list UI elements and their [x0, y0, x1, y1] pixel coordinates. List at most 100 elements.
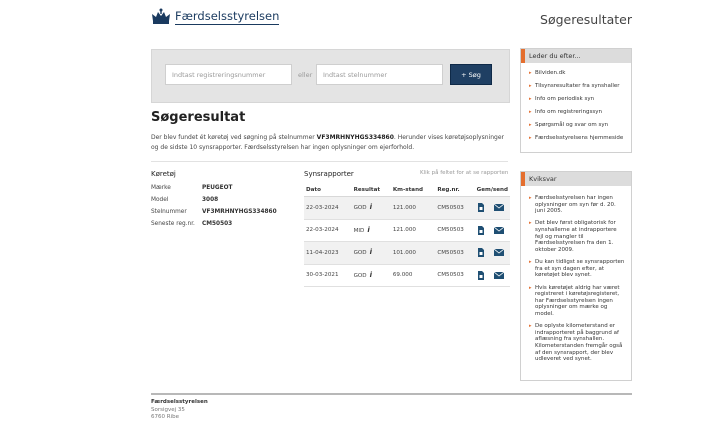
info-icon[interactable]: i [367, 226, 372, 234]
quick-answer-line: synshallerne at indrapportere [535, 227, 617, 234]
col-reg: Reg.nr. [435, 184, 475, 197]
quick-answer-line: fejl og mangler til [535, 233, 584, 240]
vehicle-value: CM50503 [202, 221, 233, 227]
search-button[interactable]: + Søg [450, 64, 492, 85]
lookfor-link[interactable]: Info om registreringssyn [529, 106, 627, 119]
vehicle-row-model: Model 3008 [151, 197, 301, 203]
quick-answer-line: fra et syn dagen efter, at [535, 265, 604, 272]
cell-date: 30-03-2021 [304, 264, 352, 287]
vehicle-value: 3008 [202, 197, 219, 203]
lookfor-panel: Leder du efter... Bilviden.dk Tilsynsres… [520, 48, 632, 153]
quick-answer-line: juni 2005. [535, 208, 563, 215]
vehicle-title: Køretøj [151, 170, 176, 178]
info-icon[interactable]: i [370, 249, 375, 256]
col-save-send: Gem/send [474, 184, 510, 197]
quick-answer-line: Kilometerstanden fremgår også [535, 343, 623, 350]
cell-km: 69.000 [390, 264, 436, 287]
footer-street: Sorsigvej 35 [151, 406, 185, 413]
send-mail-icon[interactable] [494, 226, 505, 234]
vehicle-label: Seneste reg.nr. [151, 221, 195, 227]
reports-title: Synsrapporter [304, 170, 354, 178]
quick-answer: Hvis køretøjet aldrig har været registre… [529, 285, 627, 318]
result-text: GOD [353, 205, 367, 212]
or-label: eller [298, 71, 313, 79]
reports-table: Dato Resultat Km-stand Reg.nr. Gem/send … [304, 184, 510, 287]
cell-reg: CM50503 [435, 219, 475, 242]
cell-result: GOD i [351, 264, 391, 287]
quick-answer-line: Det blev først obligatorisk for [535, 220, 616, 227]
quick-answer-line: De oplyste kilometerstand er [535, 323, 616, 330]
info-icon[interactable]: i [370, 271, 375, 279]
table-row[interactable]: 11-04-2023 GOD i 101.000 CM50503 [304, 241, 510, 265]
quick-answer-line: registreret i køretøjsregisteret, [535, 291, 620, 298]
result-text: MID [353, 227, 365, 234]
quick-answer-line: køretøjet blev synet. [535, 272, 592, 279]
cell-date: 11-04-2023 [304, 241, 352, 265]
vehicle-row-make: Mærke PEUGEOT [151, 185, 301, 191]
quick-answer-line: af den synsrapport, der blev [535, 349, 614, 356]
send-mail-icon[interactable] [494, 249, 505, 257]
cell-km: 121.000 [390, 219, 436, 242]
registration-number-input[interactable]: Indtast registreringsnummer [165, 64, 292, 85]
cell-actions [474, 196, 510, 220]
lookfor-link[interactable]: Spørgsmål og svar om syn [529, 119, 627, 132]
quick-answer-line: Hvis køretøjet aldrig har været [535, 284, 620, 291]
col-km: Km-stand [390, 184, 436, 197]
cell-actions [474, 219, 510, 242]
cell-reg: CM50503 [435, 241, 475, 265]
quick-answer: Det blev først obligatorisk for synshall… [529, 220, 627, 253]
intro-vin: VF3MRHNYHGS334860 [316, 134, 394, 141]
lookfor-link[interactable]: Bilviden.dk [529, 67, 627, 80]
save-document-icon[interactable] [477, 270, 485, 280]
lookfor-list: Bilviden.dk Tilsynsresultater fra synsha… [521, 63, 631, 145]
save-document-icon[interactable] [477, 225, 485, 235]
cell-km: 101.000 [390, 241, 436, 265]
logo[interactable]: Færdselsstyrelsen [151, 8, 280, 26]
table-header-row: Dato Resultat Km-stand Reg.nr. Gem/send [304, 184, 510, 197]
logo-text: Færdselsstyrelsen [175, 9, 280, 25]
lookfor-link[interactable]: Tilsynsresultater fra synshaller [529, 80, 627, 93]
quick-answer-line: oktober 2009. [535, 246, 574, 253]
save-document-icon[interactable] [477, 248, 485, 258]
quick-answers-title: Kviksvar [521, 172, 631, 186]
info-icon[interactable]: i [370, 204, 375, 211]
table-row[interactable]: 22-03-2024 GOD i 121.000 CM50503 [304, 196, 510, 220]
col-result: Resultat [351, 184, 391, 197]
quick-answer-line: Færdselsstyrelsen fra den 1. [535, 240, 614, 247]
save-document-icon[interactable] [477, 203, 485, 213]
quick-answers-list: Færdselsstyrelsen har ingen oplysninger … [521, 186, 631, 363]
send-mail-icon[interactable] [494, 271, 505, 279]
cell-date: 22-03-2024 [304, 196, 352, 220]
intro-prefix: Der blev fundet ét køretøj ved søgning p… [151, 134, 315, 141]
send-mail-icon[interactable] [494, 204, 505, 212]
col-date: Dato [304, 184, 352, 197]
quick-answer-line: udleveret ved synet. [535, 356, 592, 363]
vin-input[interactable]: Indtast stelnummer [316, 64, 443, 85]
quick-answer-line: oplysninger om mærke og [535, 304, 608, 311]
cell-km: 121.000 [390, 196, 436, 220]
vehicle-row-vin: Stelnummer VF3MRHNYHGS334860 [151, 209, 301, 215]
result-title: Søgeresultat [151, 110, 246, 125]
cell-date: 22-03-2024 [304, 219, 352, 242]
reports-hint: Klik på feltet for at se rapporten [420, 170, 509, 176]
lookfor-link[interactable]: Info om periodisk syn [529, 93, 627, 106]
quick-answer-line: model. [535, 310, 554, 317]
table-row[interactable]: 22-03-2024 MID i 121.000 CM50503 [304, 219, 510, 242]
quick-answer: Du kan tidligst se synsrapporten fra et … [529, 259, 627, 279]
footer-divider [151, 393, 632, 395]
cell-result: GOD i [351, 196, 391, 220]
search-panel: Indtast registreringsnummer eller Indtas… [151, 49, 510, 103]
lookfor-title: Leder du efter... [521, 49, 631, 63]
divider [151, 161, 508, 162]
table-row[interactable]: 30-03-2021 GOD i 69.000 CM50503 [304, 264, 510, 287]
quick-answer: Færdselsstyrelsen har ingen oplysninger … [529, 195, 627, 215]
cell-actions [474, 264, 510, 287]
lookfor-link[interactable]: Færdselsstyrelsens hjemmeside [529, 132, 627, 145]
cell-reg: CM50503 [435, 196, 475, 220]
vehicle-row-latest-reg: Seneste reg.nr. CM50503 [151, 221, 301, 227]
vehicle-label: Mærke [151, 185, 171, 191]
quick-answer-line: oplysninger om syn før d. 20. [535, 201, 616, 208]
cell-actions [474, 241, 510, 265]
vehicle-label: Model [151, 197, 169, 203]
cell-result: GOD i [351, 241, 391, 265]
